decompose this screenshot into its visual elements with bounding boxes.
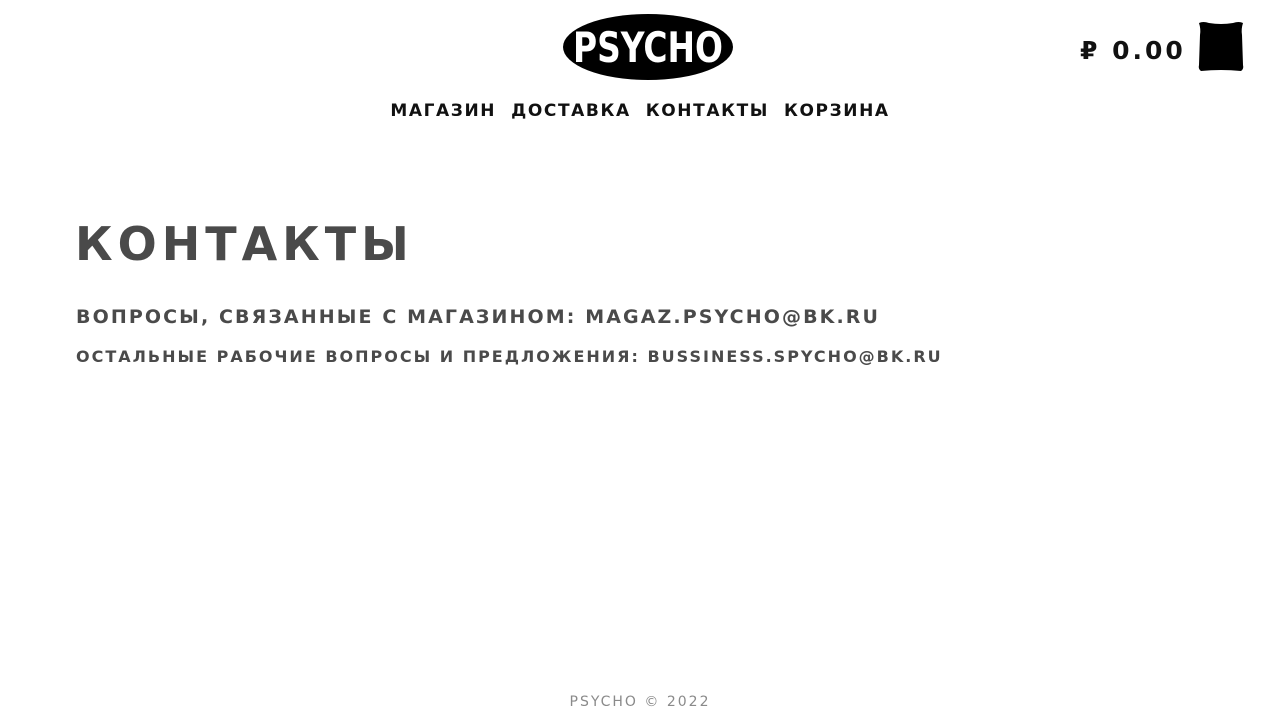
- cart-total[interactable]: ₽ 0.00: [1080, 36, 1186, 66]
- main-nav: МАГАЗИН ДОСТАВКА КОНТАКТЫ КОРЗИНА: [0, 100, 1280, 122]
- logo-text: PSYCHO: [573, 23, 723, 72]
- contact-business-questions: ОСТАЛЬНЫЕ РАБОЧИЕ ВОПРОСЫ И ПРЕДЛОЖЕНИЯ:…: [76, 347, 943, 367]
- site-footer: PSYCHO © 2022: [0, 693, 1280, 711]
- page: PSYCHO ₽ 0.00 МАГАЗИН ДОСТАВКА КОНТАКТЫ …: [0, 0, 1280, 720]
- nav-item-shop[interactable]: МАГАЗИН: [390, 100, 496, 122]
- shopping-bag-icon: [1198, 22, 1244, 71]
- site-logo[interactable]: PSYCHO: [561, 12, 735, 82]
- page-title: КОНТАКТЫ: [75, 217, 414, 271]
- psycho-logo-icon: PSYCHO: [563, 14, 733, 80]
- contact-label: ВОПРОСЫ, СВЯЗАННЫЕ С МАГАЗИНОМ:: [76, 306, 586, 328]
- contact-label: ОСТАЛЬНЫЕ РАБОЧИЕ ВОПРОСЫ И ПРЕДЛОЖЕНИЯ:: [76, 347, 648, 366]
- business-email-link[interactable]: BUSSINESS.SPYCHO@BK.RU: [647, 347, 942, 366]
- nav-item-delivery[interactable]: ДОСТАВКА: [511, 100, 631, 122]
- cart-button[interactable]: [1197, 21, 1245, 73]
- nav-item-cart[interactable]: КОРЗИНА: [784, 100, 890, 122]
- contact-shop-questions: ВОПРОСЫ, СВЯЗАННЫЕ С МАГАЗИНОМ: MAGAZ.PS…: [76, 305, 880, 329]
- footer-copyright: PSYCHO © 2022: [569, 694, 711, 710]
- shop-email-link[interactable]: MAGAZ.PSYCHO@BK.RU: [585, 306, 880, 328]
- nav-item-contacts[interactable]: КОНТАКТЫ: [646, 100, 769, 122]
